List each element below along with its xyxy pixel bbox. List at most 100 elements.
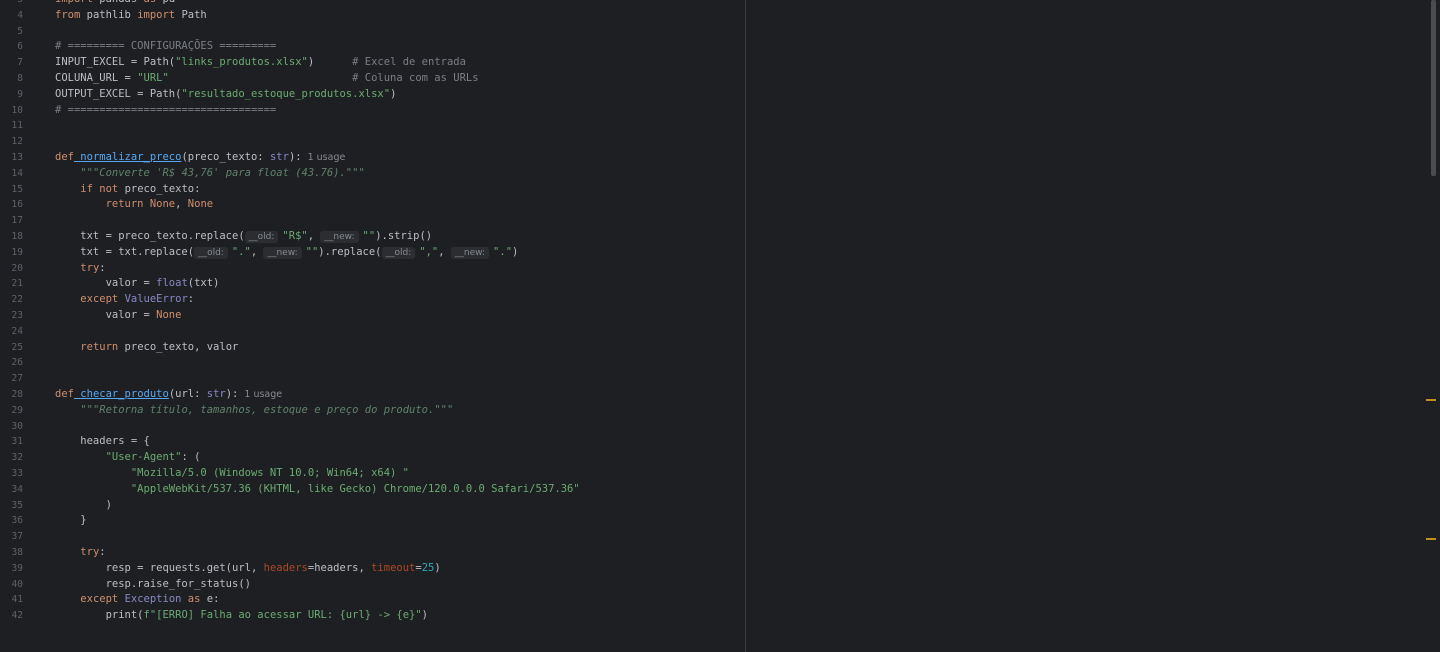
code-line[interactable]: 33 "Mozilla/5.0 (Windows NT 10.0; Win64;… (0, 466, 745, 482)
code-line[interactable]: 22 except ValueError: (0, 292, 745, 308)
code-line[interactable]: 27 (0, 371, 745, 387)
code-line[interactable]: 35 ) (0, 498, 745, 514)
code-line[interactable]: 7 INPUT_EXCEL = Path("links_produtos.xlsx… (0, 55, 745, 71)
code-line[interactable]: 16 return None, None (0, 197, 745, 213)
line-number: 42 (11, 610, 23, 622)
line-number: 30 (11, 420, 23, 432)
line-number: 4 (17, 9, 23, 21)
code-line[interactable]: 39 resp = requests.get(url, headers=head… (0, 561, 745, 577)
line-number: 23 (11, 310, 23, 321)
line-number: 3 (0, 0, 23, 8)
code-text[interactable]: resp.raise_for_status() (55, 577, 251, 593)
line-number: 31 (11, 436, 23, 448)
code-text[interactable]: "Mozilla/5.0 (Windows NT 10.0; Win64; x6… (55, 466, 409, 482)
code-text[interactable]: from pathlib import Path (55, 8, 207, 24)
code-line[interactable]: 12 (0, 134, 745, 150)
code-text[interactable]: import pandas as pd (55, 0, 175, 8)
line-number: 6 (17, 41, 23, 53)
code-text[interactable]: except ValueError: (55, 292, 194, 308)
code-text[interactable]: valor = None (55, 308, 182, 324)
code-line[interactable]: 37 (0, 529, 745, 545)
code-text[interactable]: headers = { (55, 434, 150, 450)
code-text[interactable]: print(f"[ERRO] Falha ao acessar URL: {ur… (55, 608, 428, 624)
code-text[interactable]: return preco_texto, valor (55, 340, 238, 356)
code-line[interactable]: 11 (0, 118, 745, 134)
code-text[interactable]: "AppleWebKit/537.36 (KHTML, like Gecko) … (55, 482, 580, 498)
code-text[interactable]: } (55, 513, 86, 529)
code-text[interactable]: try: (55, 261, 105, 277)
code-line[interactable]: 34 "AppleWebKit/537.36 (KHTML, like Geck… (0, 482, 745, 498)
code-text[interactable]: # ========= CONFIGURAÇÕES ========= (55, 39, 276, 55)
code-line[interactable]: 9 OUTPUT_EXCEL = Path("resultado_estoque_… (0, 87, 745, 103)
code-text[interactable]: """Retorna título, tamanhos, estoque e p… (55, 403, 453, 419)
line-number: 8 (17, 73, 23, 84)
line-number: 25 (11, 341, 23, 353)
line-number: 17 (11, 215, 23, 227)
line-number: 19 (11, 246, 23, 258)
code-text[interactable]: return None, None (55, 197, 214, 213)
code-line[interactable]: 21 valor = float(txt) (0, 276, 745, 292)
code-line[interactable]: 23 valor = None (0, 308, 745, 324)
line-number: 7 (17, 57, 23, 69)
code-line[interactable]: 24 (0, 324, 745, 340)
code-line[interactable]: 10 # ================================= (0, 103, 745, 119)
code-text[interactable]: """Converte 'R$ 43,76' para float (43.76… (55, 166, 364, 182)
code-text[interactable]: valor = float(txt) (55, 276, 220, 292)
line-number: 38 (11, 547, 23, 558)
code-line[interactable]: 17 (0, 213, 745, 229)
code-line[interactable]: 18 txt = preco_texto.replace(__old: "R$",… (0, 229, 745, 245)
code-text[interactable]: txt = preco_texto.replace(__old: "R$", __… (55, 229, 432, 245)
code-text[interactable]: COLUNA_URL = "URL" # Coluna com as URLs (55, 71, 479, 87)
code-line[interactable]: 30 (0, 419, 745, 435)
line-number: 21 (11, 278, 23, 290)
line-number: 13 (11, 152, 23, 163)
warning-marker[interactable] (1426, 399, 1436, 401)
line-number: 20 (11, 262, 23, 274)
line-number: 27 (11, 373, 23, 385)
line-number: 16 (11, 199, 23, 211)
line-number: 41 (11, 594, 23, 606)
line-number: 29 (11, 404, 23, 416)
scrollbar-thumb[interactable] (1431, 0, 1436, 176)
line-number: 28 (11, 389, 23, 400)
code-text[interactable]: except Exception as e: (55, 592, 219, 608)
line-number: 10 (11, 104, 23, 116)
code-line[interactable]: 36 } (0, 513, 745, 529)
code-line[interactable]: 32 "User-Agent": ( (0, 450, 745, 466)
code-text[interactable]: txt = txt.replace(__old: ".", __new: "").r… (55, 245, 518, 261)
code-text[interactable]: OUTPUT_EXCEL = Path("resultado_estoque_p… (55, 87, 396, 103)
code-line[interactable]: 19 txt = txt.replace(__old: ".", __new: ""… (0, 245, 745, 261)
code-line[interactable]: 14 """Converte 'R$ 43,76' para float (43… (0, 166, 745, 182)
code-editor[interactable]: 3 import pandas as pd 4 from pathlib import… (0, 0, 1440, 652)
code-text[interactable]: "User-Agent": ( (55, 450, 201, 466)
line-number: 11 (11, 120, 23, 132)
code-line[interactable]: 4 from pathlib import Path (0, 8, 745, 24)
code-line[interactable]: 31 headers = { (0, 434, 745, 450)
code-line[interactable]: 20 try: (0, 261, 745, 277)
warning-marker[interactable] (1426, 538, 1436, 540)
code-text[interactable]: # ================================= (55, 103, 276, 119)
code-line[interactable]: 38 try: (0, 545, 745, 561)
code-line[interactable]: 26 (0, 355, 745, 371)
code-line[interactable]: 5 (0, 24, 745, 40)
code-text[interactable]: def normalizar_preco(preco_texto: str): 1… (55, 150, 345, 166)
line-number: 5 (17, 25, 23, 37)
code-line[interactable]: 41 except Exception as e: (0, 592, 745, 608)
code-line[interactable]: 25 return preco_texto, valor (0, 340, 745, 356)
code-line[interactable]: 42 print(f"[ERRO] Falha ao acessar URL: … (0, 608, 745, 624)
code-line[interactable]: 40 resp.raise_for_status() (0, 577, 745, 593)
code-line[interactable]: 28 def checar_produto(url: str): 1 usage (0, 387, 745, 403)
code-text[interactable]: ) (55, 498, 112, 514)
code-line[interactable]: 3 import pandas as pd (0, 0, 745, 8)
code-line[interactable]: 15 if not preco_texto: (0, 182, 745, 198)
code-text[interactable]: def checar_produto(url: str): 1 usage (55, 387, 282, 403)
code-text[interactable]: INPUT_EXCEL = Path("links_produtos.xlsx"… (55, 55, 466, 71)
line-number: 36 (11, 515, 23, 527)
code-text[interactable]: try: (55, 545, 105, 561)
code-line[interactable]: 13 def normalizar_preco(preco_texto: str)… (0, 150, 745, 166)
code-line[interactable]: 29 """Retorna título, tamanhos, estoque … (0, 403, 745, 419)
code-line[interactable]: 6 # ========= CONFIGURAÇÕES ========= (0, 39, 745, 55)
code-text[interactable]: if not preco_texto: (55, 182, 200, 198)
code-line[interactable]: 8 COLUNA_URL = "URL" # Coluna com as URLs (0, 71, 745, 87)
code-text[interactable]: resp = requests.get(url, headers=headers… (55, 561, 441, 577)
